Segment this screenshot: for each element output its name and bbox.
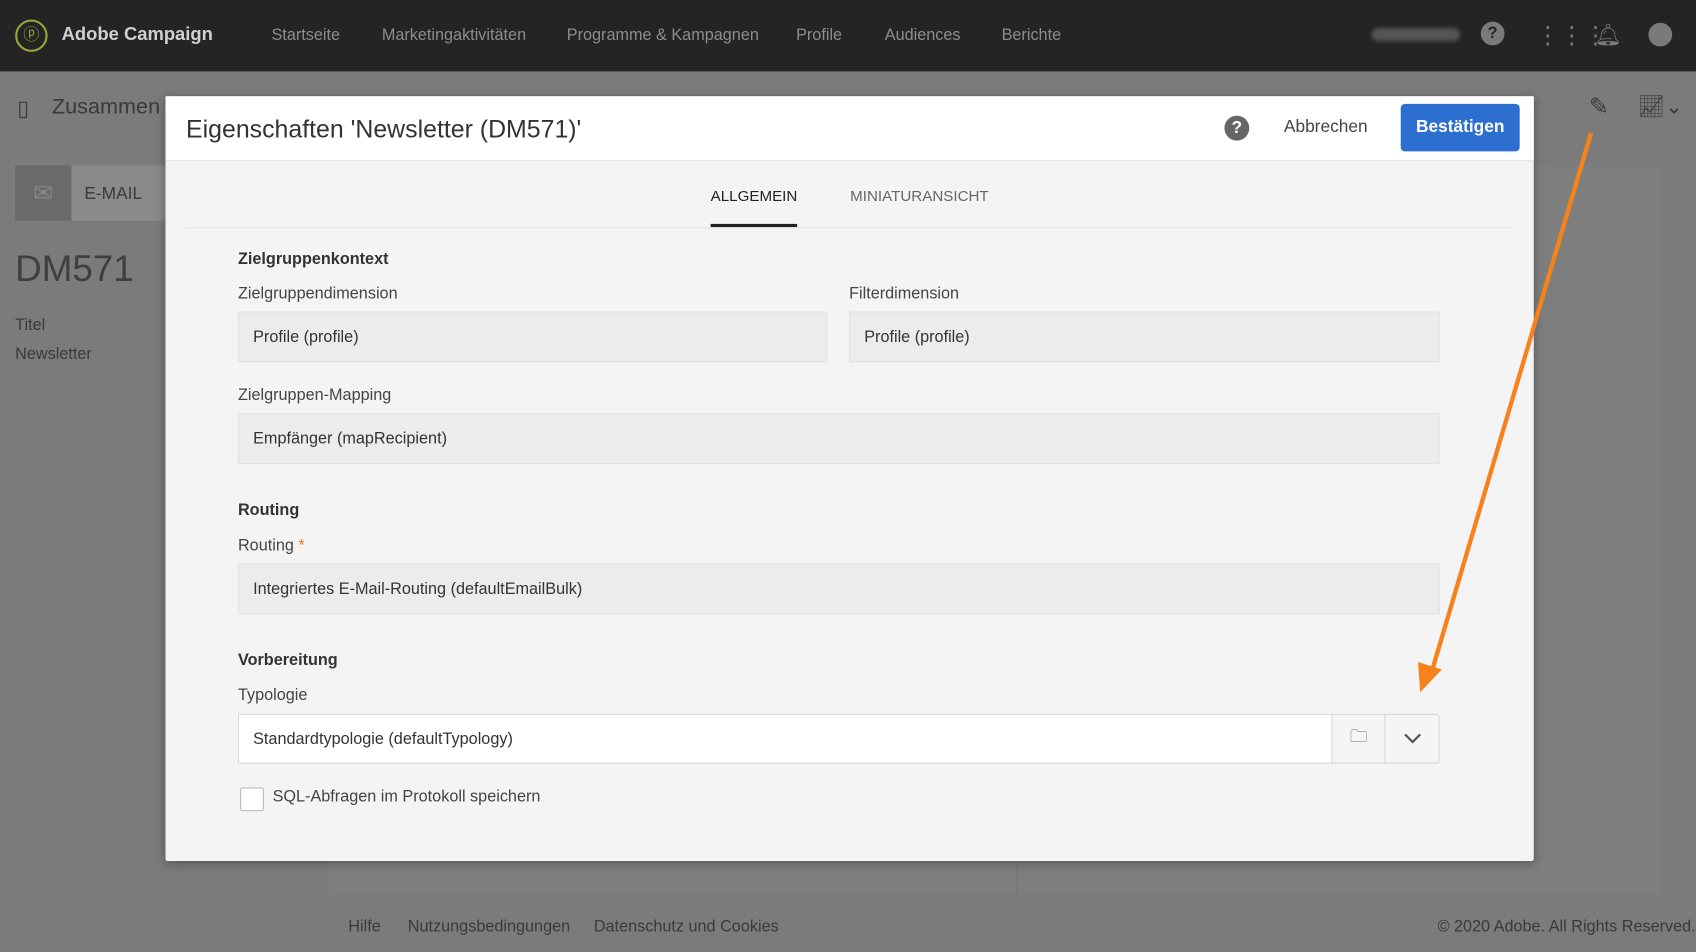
annotation-arrow <box>1418 132 1594 693</box>
arrow-line <box>1430 132 1594 672</box>
arrow-head <box>1418 661 1442 693</box>
